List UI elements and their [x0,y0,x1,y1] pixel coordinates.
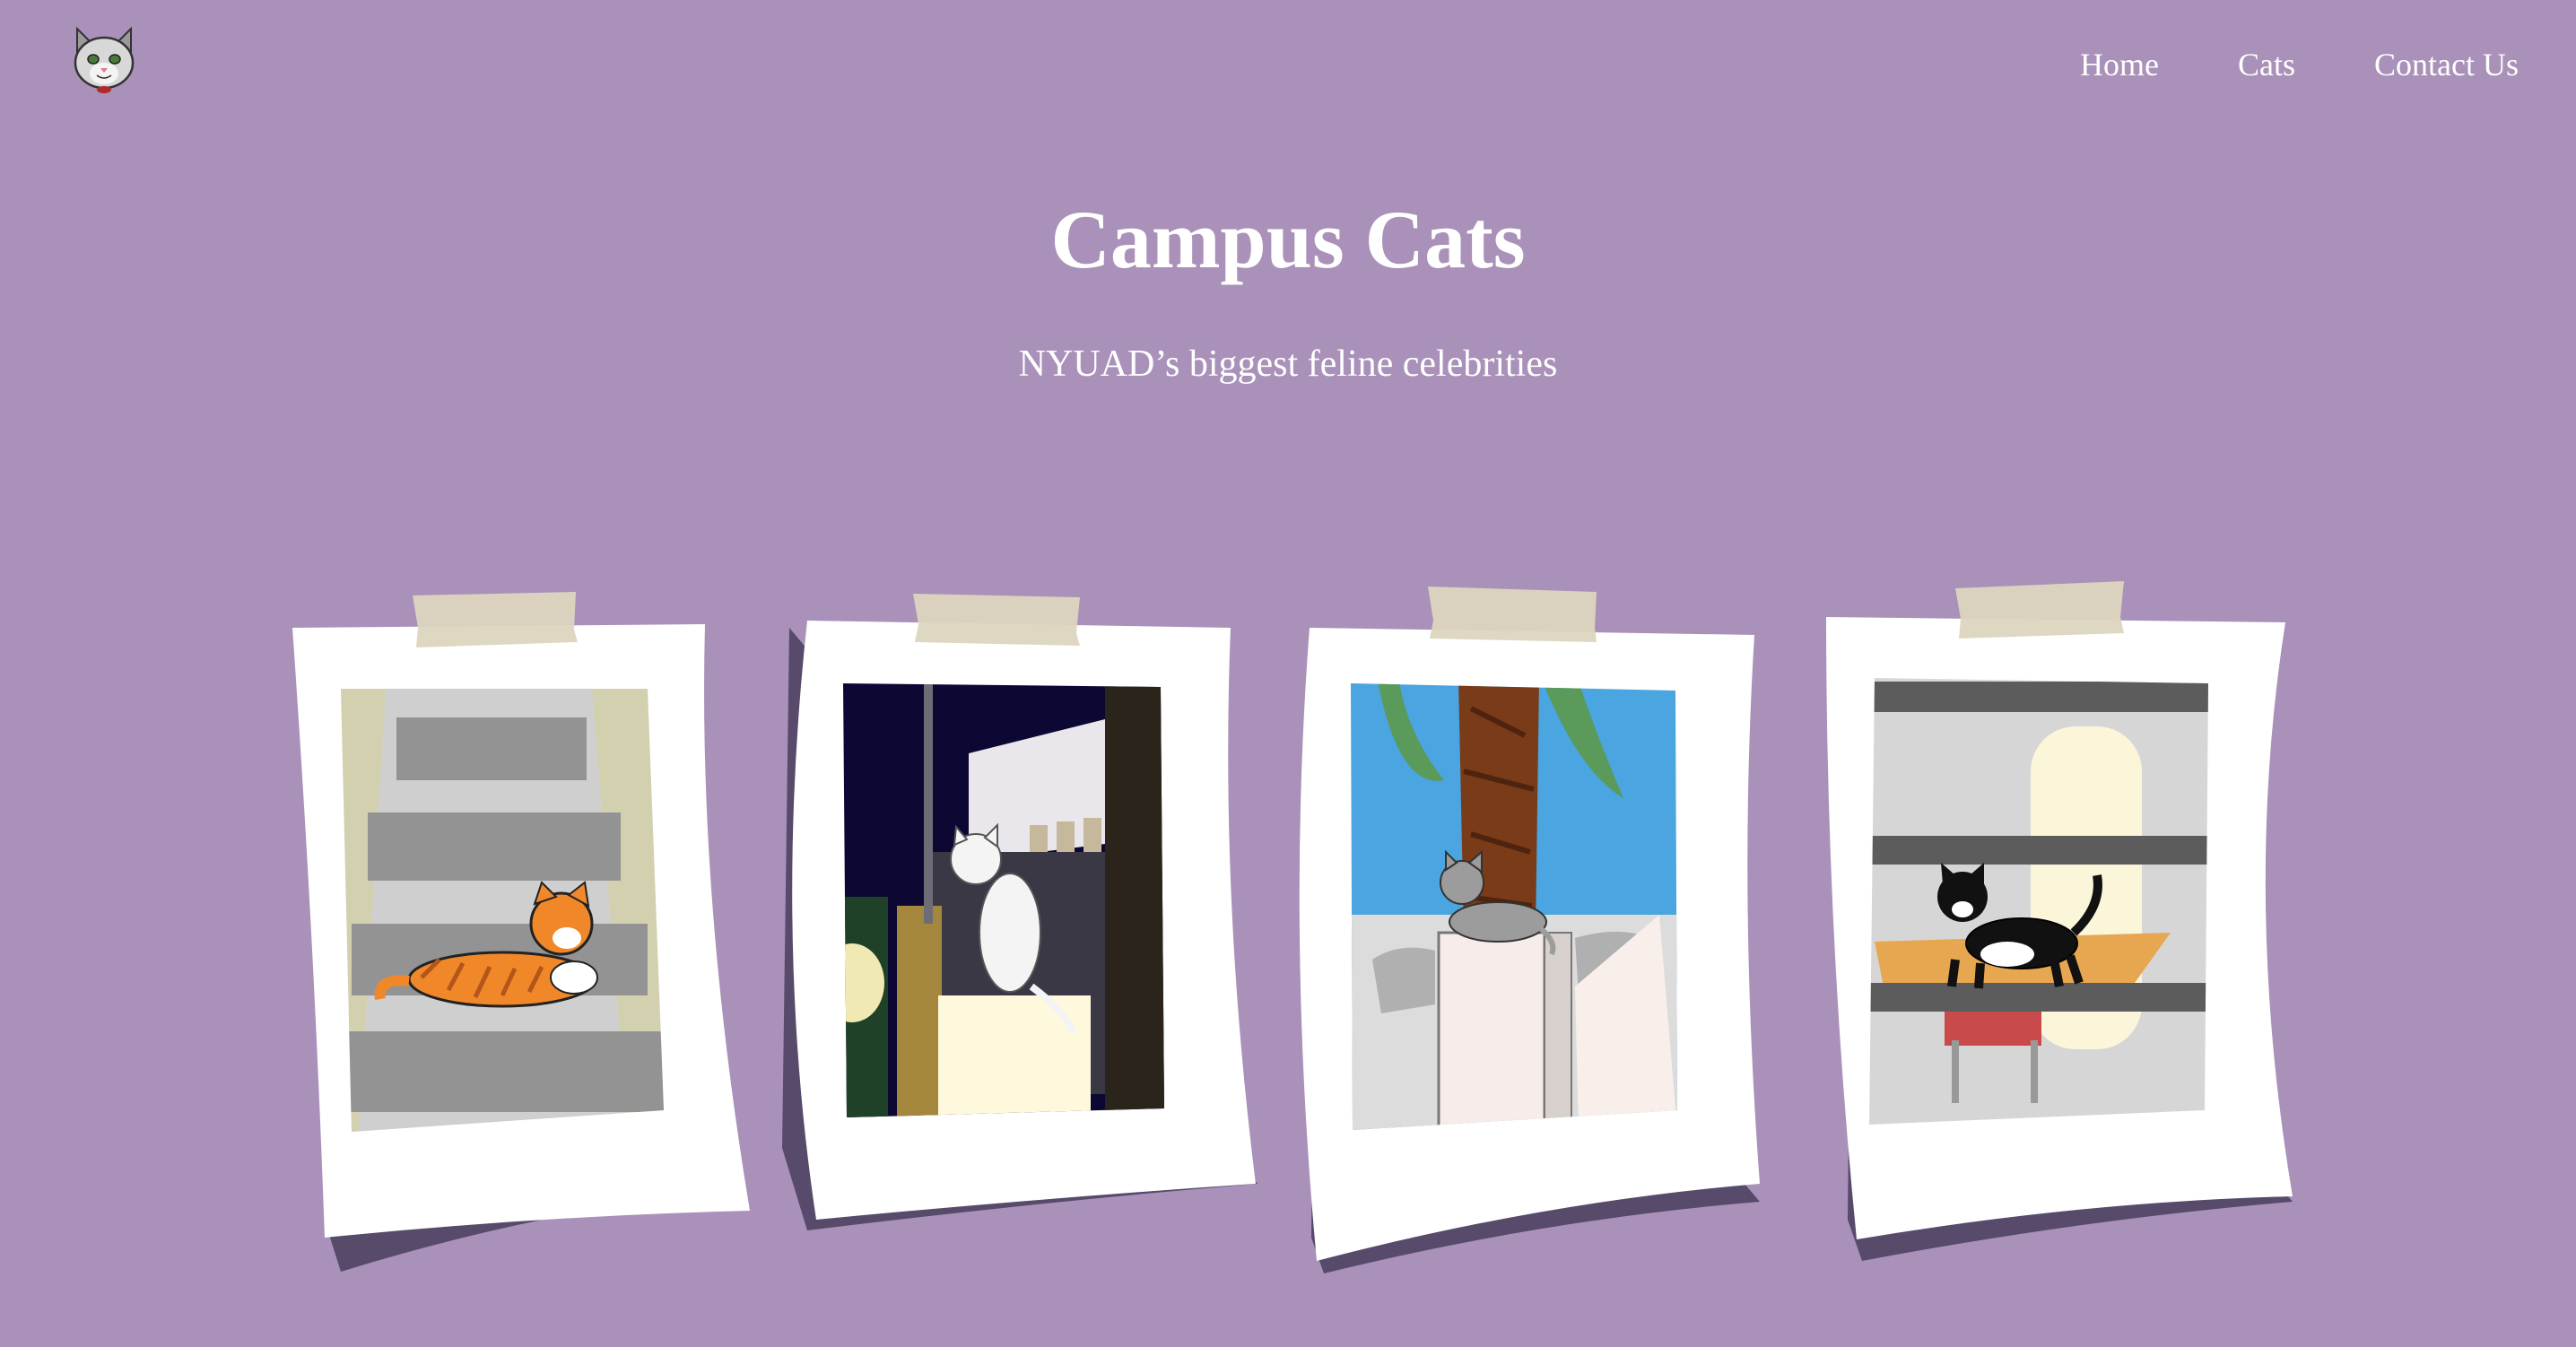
main-nav: Home Cats Contact Us [2080,43,2519,86]
polaroid-frame [292,624,750,1238]
nav-cats-link[interactable]: Cats [2238,43,2295,86]
page-subtitle: NYUAD’s biggest feline celebrities [1018,343,1558,385]
polaroid-frame [1826,617,2293,1239]
site-logo[interactable] [70,25,138,95]
polaroid-photo [843,683,1164,1117]
polaroid-shadow [782,628,1258,1230]
polaroid-frame [792,621,1256,1220]
tape [1955,581,2124,639]
polaroid-photo [1351,683,1677,1130]
polaroid-frame [1299,628,1760,1261]
tape [1428,587,1597,642]
polaroid-shadow [1848,682,2293,1261]
cat-face-icon [74,26,135,93]
page-title: Campus Cats [1050,194,1526,285]
polaroid-photo [1869,678,2208,1125]
polaroid-shadow [330,682,718,1272]
polaroid-shadow [1311,682,1760,1273]
nav-contact-link[interactable]: Contact Us [2374,43,2519,86]
tape [913,594,1080,646]
tape [413,592,578,647]
polaroid-photo [341,689,664,1132]
nav-home-link[interactable]: Home [2080,43,2159,86]
